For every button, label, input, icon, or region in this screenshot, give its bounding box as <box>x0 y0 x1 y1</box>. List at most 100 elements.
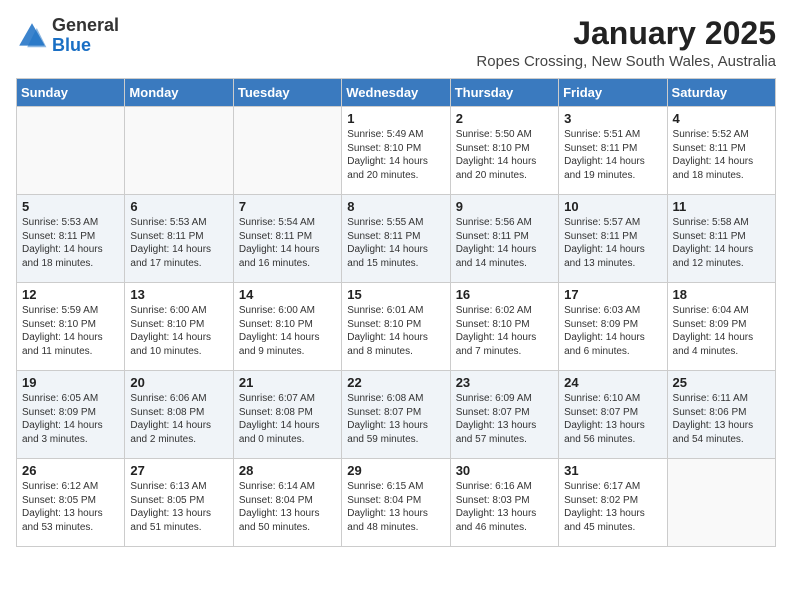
day-info: Sunrise: 5:57 AM Sunset: 8:11 PM Dayligh… <box>564 216 661 270</box>
calendar-day: 27 Sunrise: 6:13 AM Sunset: 8:05 PM Dayli… <box>125 459 233 547</box>
day-number: 4 <box>673 111 770 126</box>
calendar-day: 23 Sunrise: 6:09 AM Sunset: 8:07 PM Dayli… <box>450 371 558 459</box>
day-info: Sunrise: 5:50 AM Sunset: 8:10 PM Dayligh… <box>456 128 553 182</box>
day-info: Sunrise: 5:54 AM Sunset: 8:11 PM Dayligh… <box>239 216 336 270</box>
day-number: 10 <box>564 199 661 214</box>
weekday-header-tuesday: Tuesday <box>233 79 341 107</box>
day-info: Sunrise: 5:53 AM Sunset: 8:11 PM Dayligh… <box>130 216 227 270</box>
day-number: 16 <box>456 287 553 302</box>
day-info: Sunrise: 6:13 AM Sunset: 8:05 PM Dayligh… <box>130 480 227 534</box>
day-info: Sunrise: 6:14 AM Sunset: 8:04 PM Dayligh… <box>239 480 336 534</box>
calendar-day: 4 Sunrise: 5:52 AM Sunset: 8:11 PM Daylig… <box>667 107 775 195</box>
day-number: 20 <box>130 375 227 390</box>
day-info: Sunrise: 5:49 AM Sunset: 8:10 PM Dayligh… <box>347 128 444 182</box>
day-info: Sunrise: 6:11 AM Sunset: 8:06 PM Dayligh… <box>673 392 770 446</box>
calendar-day: 22Sunrise: 6:08 AM Sunset: 8:07 PM Dayli… <box>342 371 450 459</box>
day-number: 30 <box>456 463 553 478</box>
calendar-day: 19Sunrise: 6:05 AM Sunset: 8:09 PM Dayli… <box>17 371 125 459</box>
calendar-day: 16 Sunrise: 6:02 AM Sunset: 8:10 PM Dayli… <box>450 283 558 371</box>
calendar-day: 21Sunrise: 6:07 AM Sunset: 8:08 PM Dayli… <box>233 371 341 459</box>
day-info: Sunrise: 6:10 AM Sunset: 8:07 PM Dayligh… <box>564 392 661 446</box>
day-info: Sunrise: 6:06 AM Sunset: 8:08 PM Dayligh… <box>130 392 227 446</box>
day-number: 21 <box>239 375 336 390</box>
day-info: Sunrise: 6:02 AM Sunset: 8:10 PM Dayligh… <box>456 304 553 358</box>
calendar-day: 1 Sunrise: 5:49 AM Sunset: 8:10 PM Daylig… <box>342 107 450 195</box>
day-info: Sunrise: 5:56 AM Sunset: 8:11 PM Dayligh… <box>456 216 553 270</box>
day-info: Sunrise: 6:09 AM Sunset: 8:07 PM Dayligh… <box>456 392 553 446</box>
calendar-table: SundayMondayTuesdayWednesdayThursdayFrid… <box>16 78 776 547</box>
calendar-day <box>125 107 233 195</box>
calendar-day: 20 Sunrise: 6:06 AM Sunset: 8:08 PM Dayli… <box>125 371 233 459</box>
day-info: Sunrise: 6:00 AM Sunset: 8:10 PM Dayligh… <box>130 304 227 358</box>
weekday-header-monday: Monday <box>125 79 233 107</box>
day-info: Sunrise: 6:01 AM Sunset: 8:10 PM Dayligh… <box>347 304 444 358</box>
day-info: Sunrise: 6:15 AM Sunset: 8:04 PM Dayligh… <box>347 480 444 534</box>
day-number: 13 <box>130 287 227 302</box>
day-number: 2 <box>456 111 553 126</box>
calendar-day: 25 Sunrise: 6:11 AM Sunset: 8:06 PM Dayli… <box>667 371 775 459</box>
day-number: 12 <box>22 287 119 302</box>
calendar-day <box>233 107 341 195</box>
day-number: 11 <box>673 199 770 214</box>
day-info: Sunrise: 5:51 AM Sunset: 8:11 PM Dayligh… <box>564 128 661 182</box>
calendar-day: 6 Sunrise: 5:53 AM Sunset: 8:11 PM Daylig… <box>125 195 233 283</box>
calendar-day: 30 Sunrise: 6:16 AM Sunset: 8:03 PM Dayli… <box>450 459 558 547</box>
day-number: 17 <box>564 287 661 302</box>
calendar-day: 7Sunrise: 5:54 AM Sunset: 8:11 PM Daylig… <box>233 195 341 283</box>
calendar-day: 29 Sunrise: 6:15 AM Sunset: 8:04 PM Dayli… <box>342 459 450 547</box>
calendar-week-2: 5 Sunrise: 5:53 AM Sunset: 8:11 PM Daylig… <box>17 195 776 283</box>
day-info: Sunrise: 6:04 AM Sunset: 8:09 PM Dayligh… <box>673 304 770 358</box>
day-number: 29 <box>347 463 444 478</box>
day-info: Sunrise: 5:53 AM Sunset: 8:11 PM Dayligh… <box>22 216 119 270</box>
day-info: Sunrise: 5:52 AM Sunset: 8:11 PM Dayligh… <box>673 128 770 182</box>
day-number: 31 <box>564 463 661 478</box>
calendar-day <box>17 107 125 195</box>
day-number: 8 <box>347 199 444 214</box>
logo-blue: Blue <box>52 35 91 55</box>
day-number: 27 <box>130 463 227 478</box>
calendar-day: 14Sunrise: 6:00 AM Sunset: 8:10 PM Dayli… <box>233 283 341 371</box>
day-info: Sunrise: 6:03 AM Sunset: 8:09 PM Dayligh… <box>564 304 661 358</box>
weekday-header-row: SundayMondayTuesdayWednesdayThursdayFrid… <box>17 79 776 107</box>
calendar-day: 15 Sunrise: 6:01 AM Sunset: 8:10 PM Dayli… <box>342 283 450 371</box>
day-info: Sunrise: 6:12 AM Sunset: 8:05 PM Dayligh… <box>22 480 119 534</box>
weekday-header-sunday: Sunday <box>17 79 125 107</box>
day-number: 23 <box>456 375 553 390</box>
calendar-day <box>667 459 775 547</box>
day-info: Sunrise: 5:55 AM Sunset: 8:11 PM Dayligh… <box>347 216 444 270</box>
day-number: 5 <box>22 199 119 214</box>
calendar-day: 9 Sunrise: 5:56 AM Sunset: 8:11 PM Daylig… <box>450 195 558 283</box>
day-number: 18 <box>673 287 770 302</box>
weekday-header-thursday: Thursday <box>450 79 558 107</box>
calendar-day: 8 Sunrise: 5:55 AM Sunset: 8:11 PM Daylig… <box>342 195 450 283</box>
calendar-day: 17 Sunrise: 6:03 AM Sunset: 8:09 PM Dayli… <box>559 283 667 371</box>
day-info: Sunrise: 6:05 AM Sunset: 8:09 PM Dayligh… <box>22 392 119 446</box>
calendar-week-3: 12 Sunrise: 5:59 AM Sunset: 8:10 PM Dayli… <box>17 283 776 371</box>
calendar-week-4: 19Sunrise: 6:05 AM Sunset: 8:09 PM Dayli… <box>17 371 776 459</box>
day-info: Sunrise: 5:58 AM Sunset: 8:11 PM Dayligh… <box>673 216 770 270</box>
calendar-day: 2 Sunrise: 5:50 AM Sunset: 8:10 PM Daylig… <box>450 107 558 195</box>
day-number: 1 <box>347 111 444 126</box>
day-info: Sunrise: 6:16 AM Sunset: 8:03 PM Dayligh… <box>456 480 553 534</box>
calendar-day: 10 Sunrise: 5:57 AM Sunset: 8:11 PM Dayli… <box>559 195 667 283</box>
calendar-day: 26Sunrise: 6:12 AM Sunset: 8:05 PM Dayli… <box>17 459 125 547</box>
day-number: 15 <box>347 287 444 302</box>
day-info: Sunrise: 5:59 AM Sunset: 8:10 PM Dayligh… <box>22 304 119 358</box>
day-info: Sunrise: 6:00 AM Sunset: 8:10 PM Dayligh… <box>239 304 336 358</box>
day-number: 28 <box>239 463 336 478</box>
day-number: 9 <box>456 199 553 214</box>
weekday-header-wednesday: Wednesday <box>342 79 450 107</box>
weekday-header-friday: Friday <box>559 79 667 107</box>
day-number: 6 <box>130 199 227 214</box>
calendar-day: 28 Sunrise: 6:14 AM Sunset: 8:04 PM Dayli… <box>233 459 341 547</box>
day-number: 25 <box>673 375 770 390</box>
title-block: January 2025 Ropes Crossing, New South W… <box>476 16 776 70</box>
logo-general: General <box>52 15 119 35</box>
month-title: January 2025 <box>476 16 776 51</box>
logo-icon <box>16 20 48 52</box>
calendar-day: 31Sunrise: 6:17 AM Sunset: 8:02 PM Dayli… <box>559 459 667 547</box>
calendar-day: 11 Sunrise: 5:58 AM Sunset: 8:11 PM Dayli… <box>667 195 775 283</box>
logo: General Blue <box>16 16 119 56</box>
calendar-day: 5 Sunrise: 5:53 AM Sunset: 8:11 PM Daylig… <box>17 195 125 283</box>
calendar-week-5: 26Sunrise: 6:12 AM Sunset: 8:05 PM Dayli… <box>17 459 776 547</box>
